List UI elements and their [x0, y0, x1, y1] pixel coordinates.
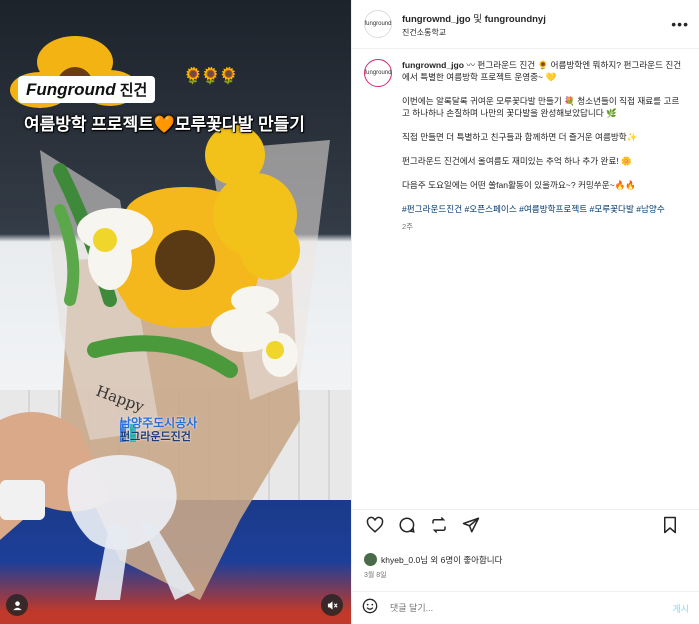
post-side-panel: funground fungrownd_jgo 및 fungroundnyj 진… — [351, 0, 699, 624]
caption-paragraph-3: 펀그라운드 진건에서 올여름도 재미있는 추억 하나 추가 완료! 🌼 — [402, 156, 632, 166]
brand-name-en: Funground — [26, 80, 116, 99]
emoji-picker-icon[interactable] — [362, 598, 378, 618]
collab-joiner: 및 — [473, 13, 482, 25]
liker-avatar — [364, 553, 377, 566]
likes-text: khyeb_0.0님 외 6명이 좋아합니다 — [381, 554, 503, 565]
like-heart-icon[interactable] — [362, 512, 388, 538]
save-bookmark-icon[interactable] — [657, 512, 683, 538]
comment-bubble-icon[interactable] — [394, 512, 420, 538]
caption-area: funground fungrownd_jgo 〰 펀그라운드 진건 🌻 어름방… — [352, 49, 699, 514]
user-tag-icon[interactable] — [6, 594, 28, 616]
caption-row: funground fungrownd_jgo 〰 펀그라운드 진건 🌻 어름방… — [364, 59, 689, 233]
post-date: 3월 8일 — [364, 572, 387, 579]
post-location[interactable]: 진건소통학교 — [402, 27, 671, 38]
caption-text: fungrownd_jgo 〰 펀그라운드 진건 🌻 어름방학엔 뭐하지? 펀그… — [402, 59, 682, 233]
author-avatar[interactable]: funground — [364, 10, 392, 38]
caption-time: 2주 — [402, 222, 414, 231]
post-media[interactable]: Happy Funground 진건 🌻🌻🌻 여름방학 프로젝트🧡모루꽃다발 만들… — [0, 0, 351, 624]
comment-composer: 게시 — [352, 591, 699, 624]
caption-hashtags[interactable]: #펀그라운드진건 #오픈스페이스 #여름방학프로젝트 #모루꽃다발 #남양수 — [402, 203, 682, 215]
orange-heart-icon: 🧡 — [153, 115, 176, 134]
likes-summary[interactable]: khyeb_0.0님 외 6명이 좋아합니다 — [364, 553, 689, 566]
muted-speaker-icon[interactable] — [321, 594, 343, 616]
caption-avatar[interactable]: funground — [364, 59, 392, 87]
logo-line-1: 남양주도시공사 — [120, 416, 198, 430]
brand-name-ko: 진건 — [119, 82, 148, 99]
author-line: fungrownd_jgo 및 fungroundnyj — [402, 11, 671, 25]
action-bar — [352, 509, 699, 540]
caption-username[interactable]: fungrownd_jgo — [402, 60, 464, 70]
logo-line-2: 펀그라운드진건 — [120, 431, 191, 443]
author-username[interactable]: fungrownd_jgo — [402, 14, 471, 25]
headline-part-a: 여름방학 프로젝트 — [24, 115, 154, 134]
more-options-icon[interactable]: ••• — [671, 16, 689, 32]
post-comment-button[interactable]: 게시 — [672, 602, 689, 615]
brand-label: Funground 진건 — [18, 76, 156, 103]
caption-paragraph-4: 다음주 도요일에는 어떤 쏠fan활동이 있을까요~? 커밍쑤운~🔥🔥 — [402, 180, 637, 190]
video-headline: 여름방학 프로젝트🧡모루꽃다발 만들기 — [24, 110, 334, 135]
author-names: fungrownd_jgo 및 fungroundnyj 진건소통학교 — [402, 11, 671, 38]
repost-icon[interactable] — [426, 512, 452, 538]
caption-paragraph-2: 직접 만들면 더 특별하고 친구들과 함께하면 더 즐거운 여름방학✨ — [402, 132, 638, 142]
headline-part-b: 모루꽃다발 만들기 — [175, 115, 305, 134]
post-header: funground fungrownd_jgo 및 fungroundnyj 진… — [352, 0, 699, 49]
sponsor-logo: 남양주도시공사 펀그라운드진건 — [120, 416, 197, 444]
send-paper-plane-icon[interactable] — [458, 512, 484, 538]
sunflower-emoji: 🌻🌻🌻 — [183, 68, 239, 85]
collab-username[interactable]: fungroundnyj — [485, 14, 546, 25]
caption-paragraph-1: 이번에는 알록달록 귀여운 모루꽃다발 만들기 💐 청소년들이 직접 재료를 고… — [402, 96, 680, 118]
comment-input[interactable] — [388, 602, 673, 614]
post-modal: Happy Funground 진건 🌻🌻🌻 여름방학 프로젝트🧡모루꽃다발 만들… — [0, 0, 699, 624]
